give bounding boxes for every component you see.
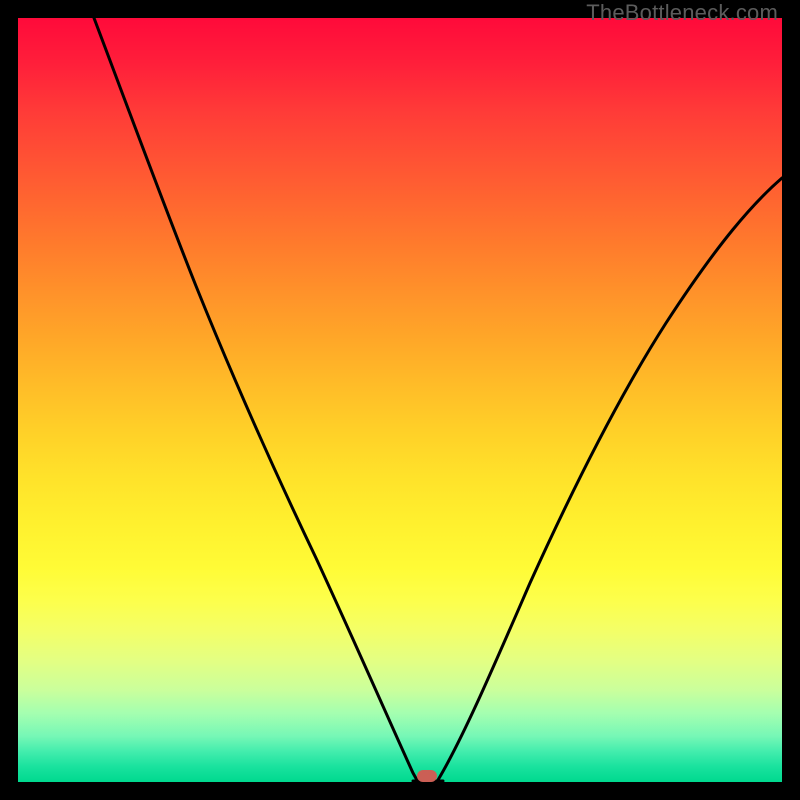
bottleneck-curve (18, 18, 782, 782)
watermark-text: TheBottleneck.com (586, 0, 778, 26)
plot-area (18, 18, 782, 782)
chart-frame: TheBottleneck.com (0, 0, 800, 800)
marker-dot (417, 770, 437, 782)
